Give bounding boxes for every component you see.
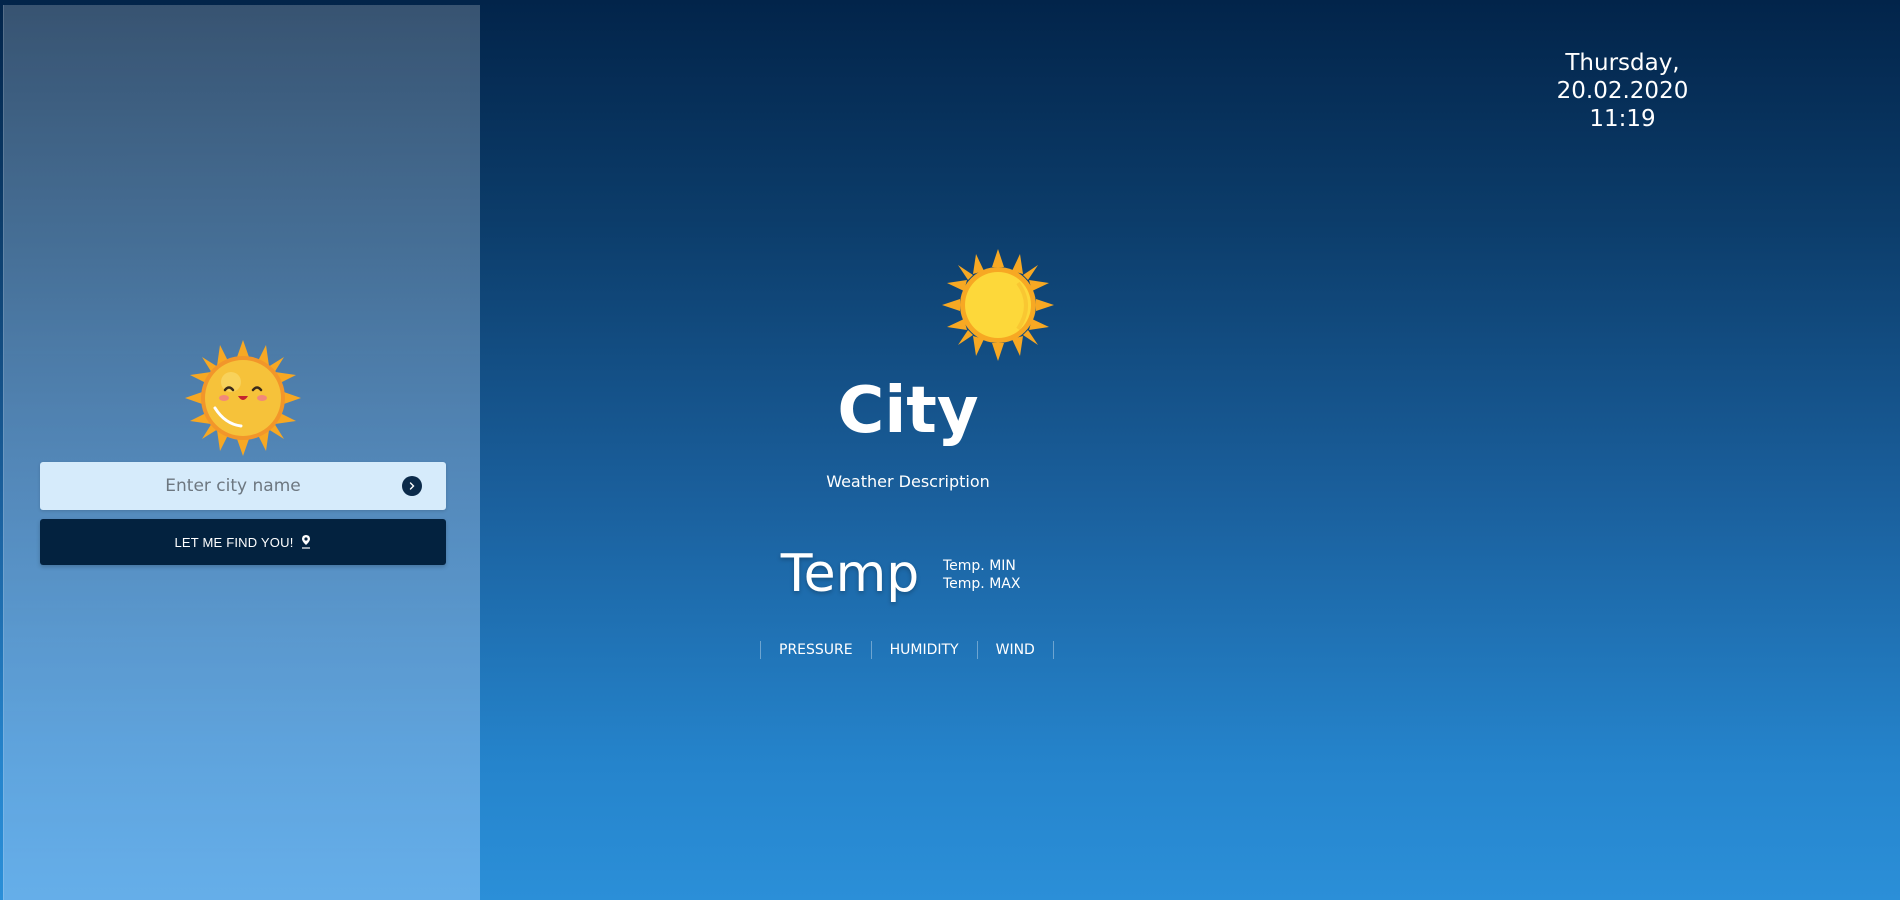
date-time-display: Thursday, 20.02.2020 11:19 [1500, 49, 1745, 133]
map-pin-icon [301, 535, 310, 549]
current-time: 11:19 [1589, 106, 1656, 132]
happy-sun-icon [185, 340, 301, 456]
temp-min: Temp. MIN [943, 558, 1016, 574]
stat-wind: WIND [978, 641, 1054, 659]
sidebar: LET ME FIND YOU! [3, 5, 480, 900]
arrow-right-icon [409, 482, 415, 490]
temp-range: Temp. MIN Temp. MAX [943, 557, 1020, 593]
weather-description: Weather Description [826, 472, 990, 491]
stat-pressure: PRESSURE [761, 641, 872, 659]
search-panel: LET ME FIND YOU! [40, 338, 446, 565]
temperature: Temp [780, 544, 920, 604]
city-name: City [837, 374, 979, 448]
current-date: Thursday, 20.02.2020 [1556, 50, 1689, 104]
temp-max: Temp. MAX [943, 576, 1021, 592]
sun-icon [942, 249, 1054, 361]
search-box [40, 462, 446, 510]
city-search-input[interactable] [40, 462, 402, 510]
locate-me-button[interactable]: LET ME FIND YOU! [40, 519, 446, 565]
weather-stats: PRESSURE HUMIDITY WIND [760, 641, 1054, 659]
stat-humidity: HUMIDITY [872, 641, 978, 659]
locate-me-label: LET ME FIND YOU! [174, 534, 294, 550]
search-submit-button[interactable] [402, 476, 422, 496]
